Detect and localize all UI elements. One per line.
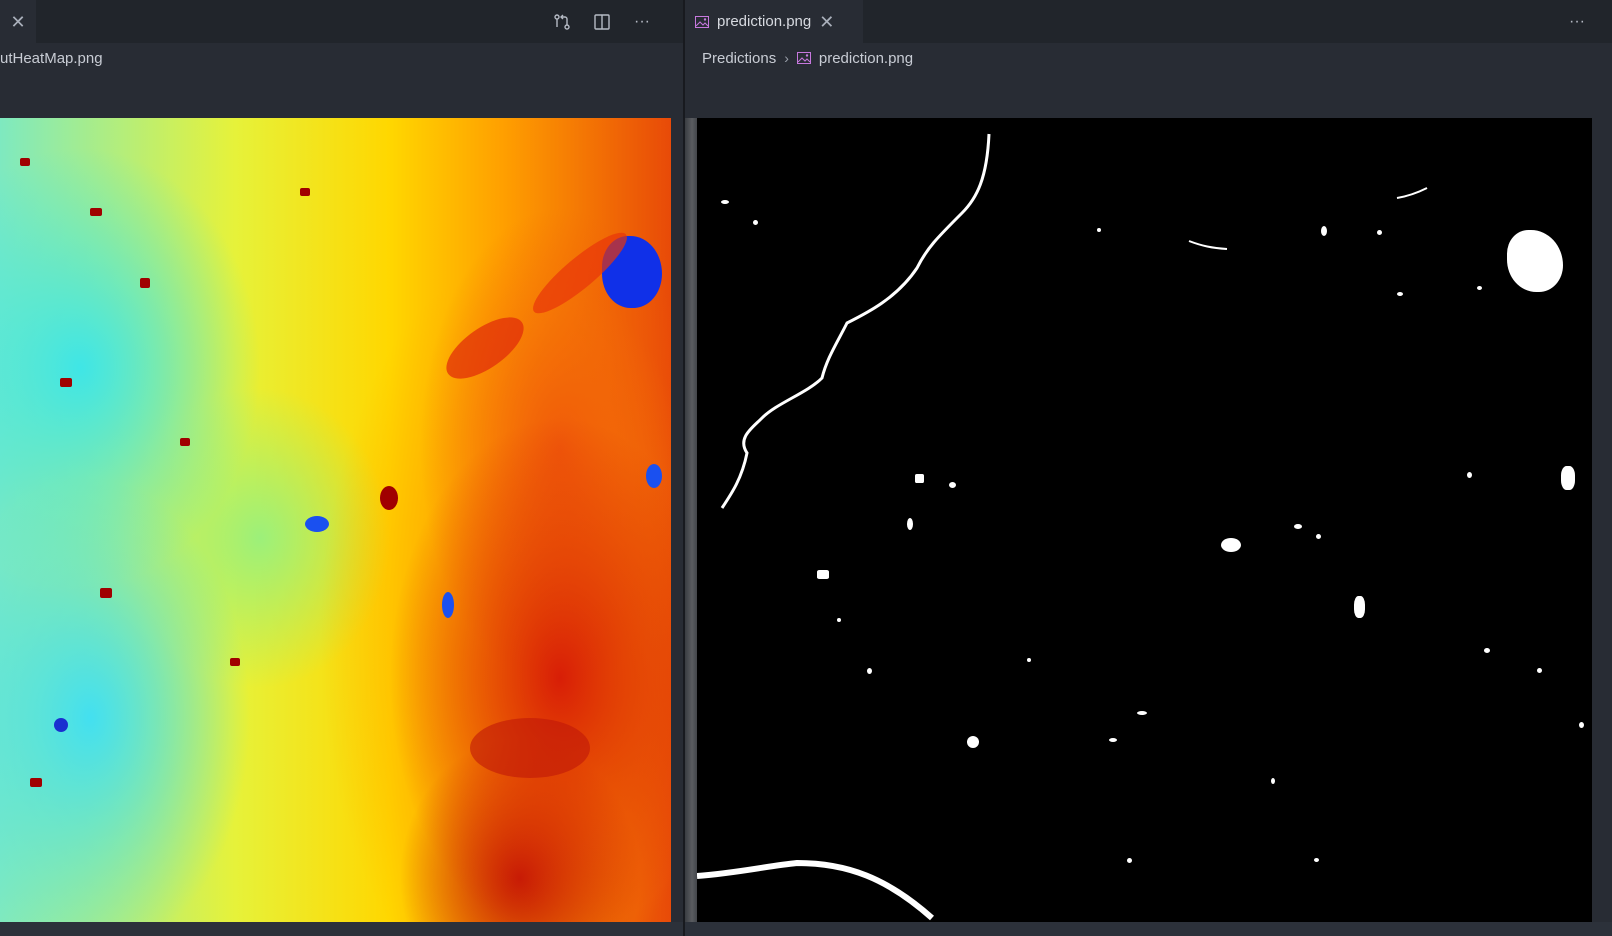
more-actions-icon[interactable]: ··· [631, 11, 653, 33]
image-file-icon [796, 52, 811, 64]
editor-actions: ··· [551, 0, 653, 43]
close-icon[interactable]: ✕ [10, 13, 25, 31]
heatmap-image [0, 118, 671, 922]
breadcrumb-file[interactable]: utHeatMap.png [0, 50, 103, 67]
breadcrumb-file[interactable]: prediction.png [819, 50, 913, 67]
tab-prediction[interactable]: prediction.png ✕ [685, 0, 863, 43]
breadcrumb: Predictions › prediction.png [685, 43, 1612, 73]
left-status-strip [0, 922, 683, 936]
breadcrumb-folder[interactable]: Predictions [702, 50, 776, 67]
chevron-right-icon: › [784, 50, 789, 66]
source-control-icon[interactable] [551, 11, 573, 33]
split-editor-icon[interactable] [591, 11, 613, 33]
right-editor-pane: prediction.png ✕ ··· Predictions › predi… [685, 0, 1612, 936]
breadcrumb: utHeatMap.png [0, 43, 683, 73]
tab-label: prediction.png [717, 13, 812, 30]
image-file-icon [695, 15, 709, 28]
right-tab-bar: prediction.png ✕ ··· [685, 0, 1612, 43]
prediction-image [697, 118, 1592, 922]
close-icon[interactable]: ✕ [819, 13, 834, 31]
editor-actions: ··· [1566, 0, 1588, 43]
right-status-strip [685, 922, 1612, 936]
left-tab-bar: ✕ ··· [0, 0, 683, 43]
left-editor-pane: ✕ ··· utHeatMap.png [0, 0, 683, 936]
more-actions-icon[interactable]: ··· [1566, 11, 1588, 33]
tab-heatmap[interactable]: ✕ [0, 0, 36, 43]
